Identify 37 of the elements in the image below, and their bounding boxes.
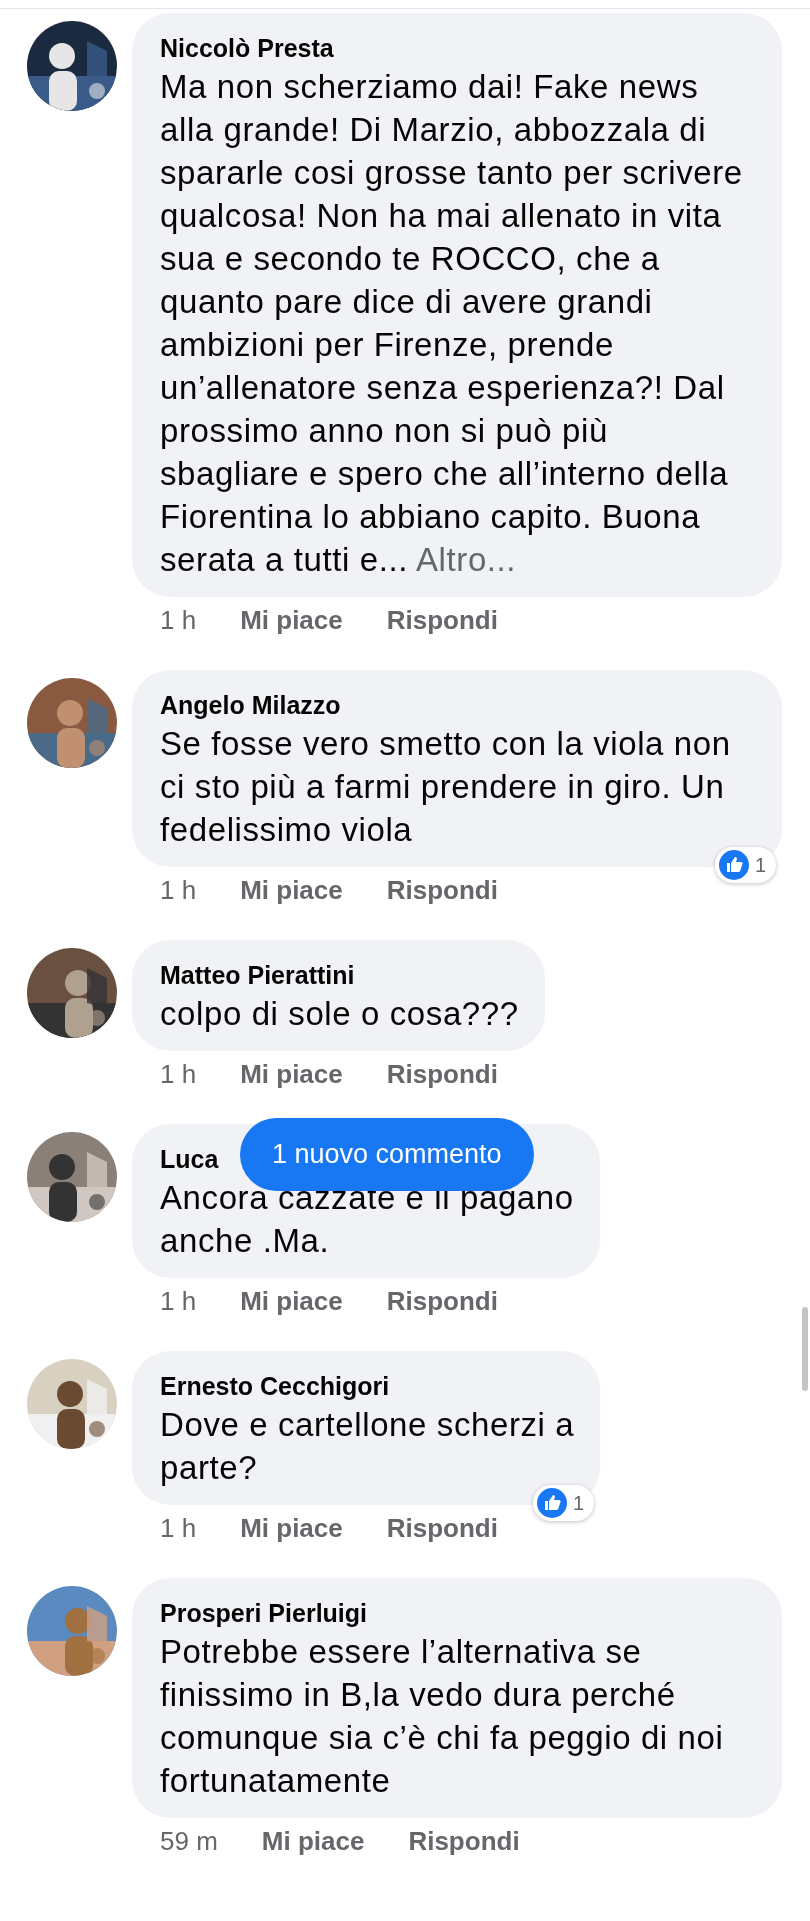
reaction-badge[interactable]: 1 <box>714 847 776 883</box>
new-comments-toast[interactable]: 1 nuovo commento <box>240 1118 534 1191</box>
reply-link[interactable]: Rispondi <box>408 1826 520 1857</box>
comment-time: 1 h <box>160 605 197 636</box>
author-name[interactable]: Matteo Pierattini <box>160 958 519 992</box>
comment-text: Se fosse vero smetto con la viola non ci sto più a farmi prendere in giro. Un fedelissimo viola <box>160 724 732 850</box>
comment-text: Ma non scherziamo dai! Fake news alla grande! Di Marzio, abbozzala di spararle cosi grosse tanto per scrivere qualcosa! Non ha mai allenato in vita sua e secondo te ROCCO, che a quanto pare dice di avere grandi ambizioni per Firenze, prende un’allenatore senza esperienza?! Dal prossimo anno non si può più sbagliare e spero che all’interno della Fiorentina lo abbiano capito. Buona serata a tutti e... Altro... <box>160 67 744 580</box>
reply-link[interactable]: Rispondi <box>386 1286 498 1317</box>
reply-link[interactable]: Rispondi <box>386 1513 498 1544</box>
comment-text: Potrebbe essere l’alternativa se finissimo in B,la vedo dura perché comunque sia c’è chi fa peggio di noi fortunatamente <box>160 1632 725 1801</box>
like-link[interactable]: Mi piace <box>240 1286 343 1317</box>
comment-time: 1 h <box>160 1513 197 1544</box>
like-icon <box>718 850 749 880</box>
reply-link[interactable]: Rispondi <box>386 605 498 636</box>
author-name[interactable]: Prosperi Pierluigi <box>160 1596 756 1630</box>
reaction-count: 1 <box>573 1491 585 1515</box>
like-link[interactable]: Mi piace <box>240 1513 343 1544</box>
comment-time: 59 m <box>160 1826 218 1857</box>
author-name[interactable]: Niccolò Presta <box>160 31 756 65</box>
more-link[interactable]: Altro... <box>416 541 517 578</box>
author-name[interactable]: Ernesto Cecchigori <box>160 1369 575 1403</box>
reply-link[interactable]: Rispondi <box>386 875 498 906</box>
comment-text: colpo di sole o cosa??? <box>160 994 519 1034</box>
comment-time: 1 h <box>160 1286 197 1317</box>
reaction-count: 1 <box>754 853 766 877</box>
comment-time: 1 h <box>160 875 197 906</box>
reaction-badge[interactable]: 1 <box>533 1485 595 1521</box>
scrollbar[interactable] <box>802 1307 808 1391</box>
like-icon <box>537 1488 568 1518</box>
comment-text: Dove e cartellone scherzi a parte? <box>160 1405 575 1488</box>
author-name[interactable]: Angelo Milazzo <box>160 688 756 722</box>
like-link[interactable]: Mi piace <box>261 1826 365 1857</box>
like-link[interactable]: Mi piace <box>240 1059 343 1090</box>
like-link[interactable]: Mi piace <box>240 605 343 636</box>
comment-time: 1 h <box>160 1059 197 1090</box>
reply-link[interactable]: Rispondi <box>386 1059 498 1090</box>
like-link[interactable]: Mi piace <box>240 875 343 906</box>
